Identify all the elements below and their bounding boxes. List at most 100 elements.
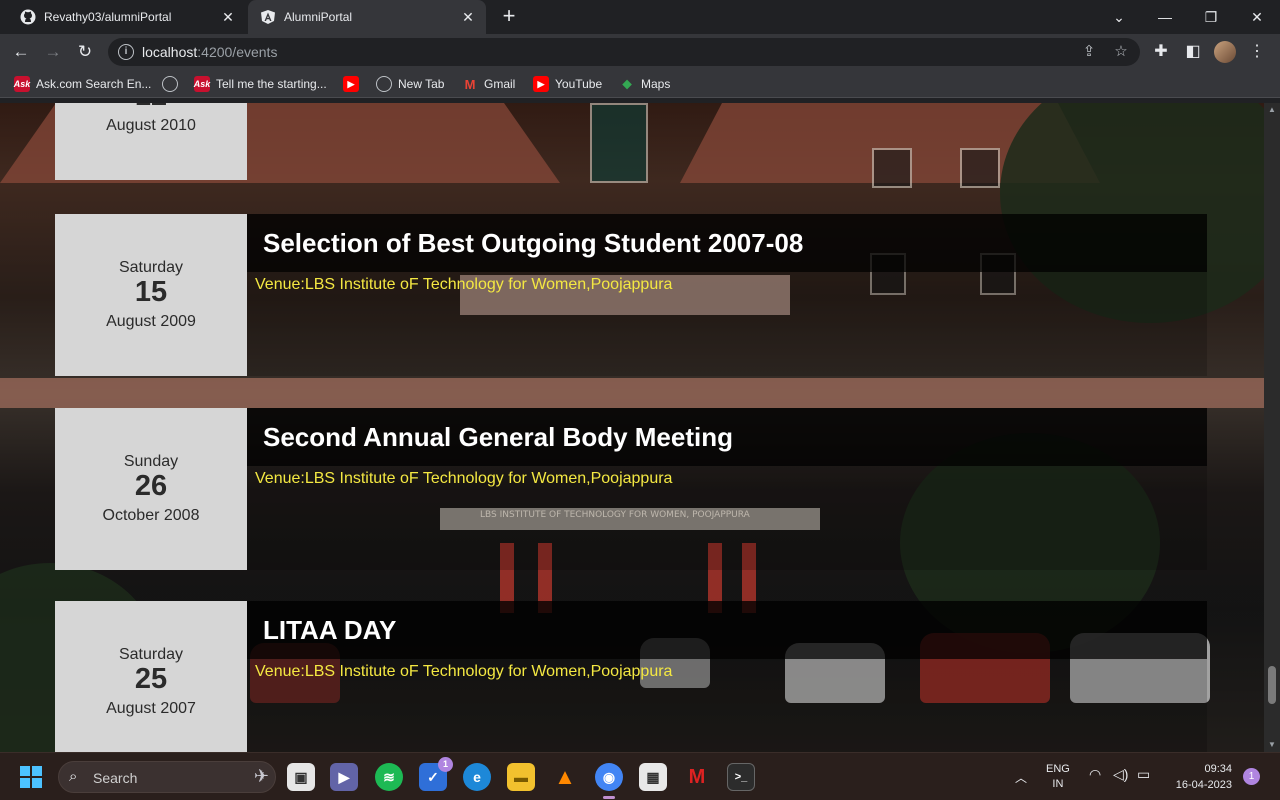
language-code: ENG: [1046, 763, 1070, 775]
event-card[interactable]: Saturday 25 August 2007 LITAA DAY Venue:…: [55, 601, 1207, 752]
new-tab-button[interactable]: +: [498, 5, 520, 28]
event-card[interactable]: Saturday 15 August 2009 Selection of Bes…: [55, 214, 1207, 376]
tab-alumniportal[interactable]: AlumniPortal ✕: [248, 0, 486, 34]
minimize-button[interactable]: —: [1142, 0, 1188, 34]
wifi-icon[interactable]: ◠: [1089, 766, 1101, 783]
globe-icon: [162, 76, 178, 92]
address-bar[interactable]: i localhost:4200/events ⇪ ☆: [108, 38, 1140, 66]
event-day: Sunday: [123, 453, 179, 470]
language-indicator[interactable]: ENG IN: [1046, 762, 1070, 792]
taskbar: ⌕ Search ✈ ▣ ▶ ≋ ✓ 1 e ▬ ▲ ◉ ▦ M >_ ︿ ENG…: [0, 752, 1280, 800]
back-icon[interactable]: ←: [8, 39, 34, 65]
event-date-number: 25: [134, 663, 168, 695]
close-window-button[interactable]: ✕: [1234, 0, 1280, 34]
share-icon[interactable]: ⇪: [1080, 43, 1098, 61]
youtube-icon: ▶: [343, 76, 359, 92]
bookmarks-bar: Ask Ask.com Search En... Ask Tell me the…: [0, 70, 1280, 98]
side-panel-icon[interactable]: ◧: [1183, 42, 1203, 62]
tab-title: AlumniPortal: [284, 10, 353, 24]
chrome-icon[interactable]: ◉: [595, 763, 623, 799]
bookmark-tell-me[interactable]: Ask Tell me the starting...: [194, 75, 327, 93]
scroll-down-icon[interactable]: ▼: [1264, 738, 1280, 752]
event-title: LITAA DAY: [263, 615, 397, 645]
tab-github[interactable]: Revathy03/alumniPortal ✕: [8, 0, 246, 34]
scroll-up-icon[interactable]: ▲: [1264, 103, 1280, 117]
globe-icon: [376, 76, 392, 92]
ask-icon: Ask: [194, 76, 210, 92]
bookmark-label: Tell me the starting...: [216, 77, 327, 91]
microsoft-store-icon[interactable]: ▦: [639, 763, 667, 791]
bookmark-new-tab[interactable]: New Tab: [376, 75, 444, 93]
notification-badge[interactable]: 1: [1243, 768, 1260, 785]
bookmark-star-icon[interactable]: ☆: [1112, 43, 1130, 61]
restore-button[interactable]: ❐: [1188, 0, 1234, 34]
menu-icon[interactable]: ⋮: [1247, 42, 1267, 62]
bookmark-globe[interactable]: [162, 75, 184, 93]
angular-icon: [260, 9, 276, 25]
profile-avatar[interactable]: [1214, 41, 1236, 63]
bookmark-youtube[interactable]: ▶ YouTube: [533, 75, 602, 93]
show-hidden-icons[interactable]: ︿: [1015, 769, 1027, 786]
battery-icon[interactable]: ▭: [1137, 766, 1150, 783]
bookmark-label: New Tab: [398, 77, 445, 91]
event-day: Saturday: [118, 646, 184, 663]
event-month-year: August 2010: [106, 117, 196, 134]
task-view-icon[interactable]: ▣: [287, 763, 315, 791]
region-code: IN: [1052, 778, 1064, 790]
browser-toolbar: ← → ↻ i localhost:4200/events ⇪ ☆ ✚ ◧ ⋮: [0, 34, 1280, 70]
bookmark-ask-search[interactable]: Ask Ask.com Search En...: [14, 75, 151, 93]
maps-icon: ⬥: [622, 76, 632, 91]
youtube-icon: ▶: [533, 76, 549, 92]
close-tab-icon[interactable]: ✕: [458, 7, 478, 27]
event-title-bar: Second Annual General Body Meeting: [247, 408, 1207, 466]
page-scrollbar[interactable]: ▲ ▼: [1264, 103, 1280, 752]
event-month-year: October 2008: [102, 507, 200, 524]
bookmark-gmail[interactable]: M Gmail: [462, 75, 516, 93]
windows-start-icon[interactable]: [20, 766, 42, 788]
event-date-box: Sunday 26 October 2008: [55, 408, 247, 570]
event-day: Saturday: [118, 259, 184, 276]
event-date-number: 15: [134, 276, 168, 308]
tab-search-icon[interactable]: ⌄: [1096, 0, 1142, 34]
vlc-icon[interactable]: ▲: [551, 763, 579, 791]
bookmark-label: YouTube: [555, 77, 603, 91]
event-venue: Venue:LBS Institute oF Technology for Wo…: [255, 663, 673, 680]
todo-badge: 1: [438, 757, 453, 772]
system-clock[interactable]: 09:34 16-04-2023: [1166, 761, 1232, 793]
volume-icon[interactable]: ◁): [1113, 766, 1128, 783]
event-venue: Venue:LBS Institute oF Technology for Wo…: [255, 470, 673, 487]
background-sign-text: LBS INSTITUTE OF TECHNOLOGY FOR WOMEN, P…: [480, 510, 750, 520]
bookmark-maps[interactable]: ⬥ Maps: [619, 75, 670, 93]
event-month-year: August 2009: [106, 313, 196, 330]
bookmark-youtube-video[interactable]: ▶: [343, 75, 365, 93]
event-title-bar: LITAA DAY: [247, 601, 1207, 659]
event-card: 12 August 2010: [55, 103, 1207, 180]
event-title: Selection of Best Outgoing Student 2007-…: [263, 228, 804, 258]
event-venue: Venue:LBS Institute oF Technology for Wo…: [255, 276, 673, 293]
reload-icon[interactable]: ↻: [72, 39, 98, 65]
event-date-box: 12 August 2010: [55, 103, 247, 180]
bookmark-label: Gmail: [484, 77, 516, 91]
close-tab-icon[interactable]: ✕: [218, 7, 238, 27]
microsoft-todo-icon[interactable]: ✓ 1: [419, 757, 453, 791]
search-highlight-icon: ✈: [253, 766, 269, 786]
events-page: 12 August 2010 Saturday 15 August 2009 S…: [0, 103, 1264, 752]
teams-icon[interactable]: ▶: [330, 763, 358, 791]
taskbar-search[interactable]: ⌕ Search ✈: [58, 761, 276, 793]
edge-icon[interactable]: e: [463, 763, 491, 791]
bookmark-label: Ask.com Search En...: [36, 77, 152, 91]
event-date-box: Saturday 15 August 2009: [55, 214, 247, 376]
terminal-icon[interactable]: >_: [727, 763, 755, 791]
file-explorer-icon[interactable]: ▬: [507, 763, 535, 791]
tab-strip: Revathy03/alumniPortal ✕ AlumniPortal ✕ …: [0, 0, 1280, 34]
scrollbar-thumb[interactable]: [1268, 666, 1276, 704]
site-info-icon[interactable]: i: [118, 44, 134, 60]
extensions-icon[interactable]: ✚: [1151, 42, 1171, 62]
event-card[interactable]: Sunday 26 October 2008 Second Annual Gen…: [55, 408, 1207, 570]
event-date-number: 12: [55, 103, 247, 113]
bookmark-label: Maps: [641, 77, 671, 91]
url-host: localhost: [142, 44, 198, 60]
mcafee-icon[interactable]: M: [683, 763, 711, 791]
forward-icon[interactable]: →: [40, 39, 66, 65]
spotify-icon[interactable]: ≋: [375, 763, 403, 791]
